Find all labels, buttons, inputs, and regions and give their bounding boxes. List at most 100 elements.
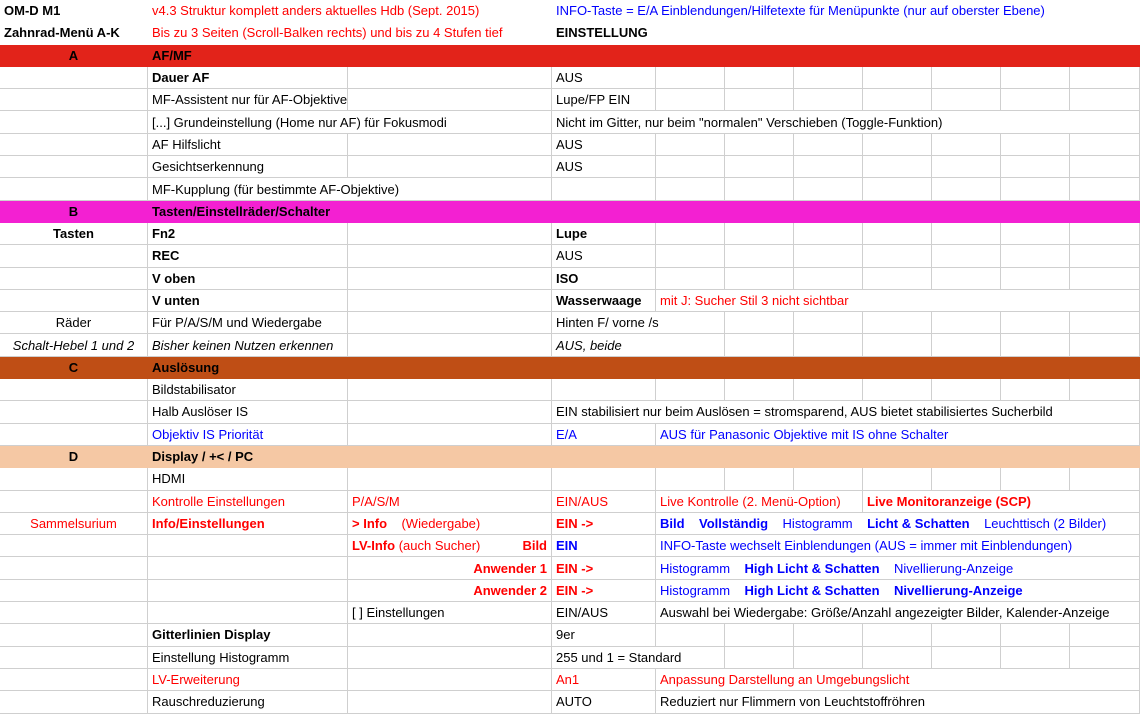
table-cell xyxy=(1070,67,1140,89)
table-cell xyxy=(348,468,552,490)
cell-text: Leuchttisch (2 Bilder) xyxy=(984,516,1106,531)
table-cell xyxy=(725,624,794,646)
table-cell: Tasten/Einstellräder/Schalter xyxy=(148,201,1140,223)
section-d-banner: DDisplay / +< / PC xyxy=(0,446,1140,468)
row-objektiv-is-prioritaet: Objektiv IS PrioritätE/AAUS für Panasoni… xyxy=(0,424,1140,446)
cell-text: Anwender 2 xyxy=(473,583,547,598)
table-cell xyxy=(794,647,863,669)
table-cell: An1 xyxy=(552,669,656,691)
cell-text: A xyxy=(69,48,78,63)
row-raeder: RäderFür P/A/S/M und WiedergabeHinten F/… xyxy=(0,312,1140,334)
cell-text: Lupe/FP EIN xyxy=(556,92,630,107)
table-cell xyxy=(725,178,794,200)
table-cell xyxy=(1001,647,1070,669)
table-cell xyxy=(725,89,794,111)
table-cell: AUS, beide xyxy=(552,334,725,356)
row-klammer-einstellungen: [ ] EinstellungenEIN/AUSAuswahl bei Wied… xyxy=(0,602,1140,624)
table-cell xyxy=(725,67,794,89)
table-cell xyxy=(932,178,1001,200)
cell-text: Anpassung Darstellung an Umgebungslicht xyxy=(660,672,909,687)
row-rauschreduzierung: RauschreduzierungAUTOReduziert nur Flimm… xyxy=(0,691,1140,713)
table-cell xyxy=(656,624,725,646)
row-v-unten: V untenWasserwaagemit J: Sucher Stil 3 n… xyxy=(0,290,1140,312)
table-cell xyxy=(552,178,656,200)
table-cell xyxy=(1070,268,1140,290)
table-cell: EIN stabilisiert nur beim Auslösen = str… xyxy=(552,401,1140,423)
row-anwender-2: Anwender 2EIN ->Histogramm High Licht & … xyxy=(0,580,1140,602)
table-cell xyxy=(348,312,552,334)
cell-text: Display / +< / PC xyxy=(152,449,253,464)
cell-text: mit J: Sucher Stil 3 nicht sichtbar xyxy=(660,293,849,308)
cell-text: Anwender 1 xyxy=(473,561,547,576)
table-cell: Anwender 2 xyxy=(348,580,552,602)
table-cell: REC xyxy=(148,245,348,267)
row-mf-kupplung: MF-Kupplung (für bestimmte AF-Objektive) xyxy=(0,178,1140,200)
cell-text: Auswahl bei Wiedergabe: Größe/Anzahl ang… xyxy=(660,605,1109,620)
table-cell xyxy=(932,223,1001,245)
table-cell xyxy=(932,468,1001,490)
table-cell xyxy=(863,379,932,401)
cell-text: Histogramm xyxy=(783,516,868,531)
table-cell: V oben xyxy=(148,268,348,290)
table-cell xyxy=(656,89,725,111)
cell-text: Räder xyxy=(56,315,91,330)
table-cell: Bis zu 3 Seiten (Scroll-Balken rechts) u… xyxy=(148,22,552,44)
table-cell: Schalt-Hebel 1 und 2 xyxy=(0,334,148,356)
row-lv-info: LV-Info (auch Sucher)BildEININFO-Taste w… xyxy=(0,535,1140,557)
table-cell: v4.3 Struktur komplett anders aktuelles … xyxy=(148,0,552,22)
table-cell: Reduziert nur Flimmern von Leuchtstoffrö… xyxy=(656,691,1140,713)
table-cell xyxy=(348,334,552,356)
table-cell: Info/Einstellungen xyxy=(148,513,348,535)
cell-text: Bild xyxy=(660,516,699,531)
table-cell: Bild Vollständig Histogramm Licht & Scha… xyxy=(656,513,1140,535)
cell-text: V unten xyxy=(152,293,200,308)
table-cell xyxy=(794,334,863,356)
cell-text: Live Monitoranzeige (SCP) xyxy=(867,494,1031,509)
table-cell xyxy=(794,624,863,646)
table-cell xyxy=(1070,312,1140,334)
table-cell xyxy=(0,602,148,624)
cell-text: Gesichtserkennung xyxy=(152,159,264,174)
table-cell: V unten xyxy=(148,290,348,312)
cell-text: v4.3 Struktur komplett anders aktuelles … xyxy=(152,3,479,18)
cell-text: Hinten F/ vorne /s xyxy=(556,315,659,330)
row-hdmi: HDMI xyxy=(0,468,1140,490)
section-a-banner: AAF/MF xyxy=(0,45,1140,67)
table-cell: AUTO xyxy=(552,691,656,713)
table-cell xyxy=(348,379,552,401)
table-cell xyxy=(348,624,552,646)
table-cell: Sammelsurium xyxy=(0,513,148,535)
table-cell xyxy=(794,268,863,290)
table-cell: AUS für Panasonic Objektive mit IS ohne … xyxy=(656,424,1140,446)
table-cell xyxy=(794,67,863,89)
table-cell xyxy=(1001,156,1070,178)
table-cell xyxy=(932,379,1001,401)
table-cell xyxy=(794,245,863,267)
table-cell xyxy=(348,691,552,713)
table-cell xyxy=(148,580,348,602)
table-cell xyxy=(656,468,725,490)
table-cell xyxy=(348,424,552,446)
row-dauer-af: Dauer AFAUS xyxy=(0,67,1140,89)
table-cell xyxy=(1070,245,1140,267)
cell-text: AF Hilfslicht xyxy=(152,137,221,152)
cell-text: INFO-Taste = E/A Einblendungen/Hilfetext… xyxy=(556,3,1045,18)
cell-text: P/A/S/M xyxy=(352,494,400,509)
table-cell xyxy=(1070,178,1140,200)
table-cell xyxy=(725,647,794,669)
table-cell xyxy=(1001,223,1070,245)
cell-text: [ ] Einstellungen xyxy=(352,605,445,620)
cell-text: Histogramm xyxy=(660,583,745,598)
table-cell xyxy=(725,156,794,178)
table-cell xyxy=(656,245,725,267)
table-cell xyxy=(1001,468,1070,490)
row-bildstabilisator: Bildstabilisator xyxy=(0,379,1140,401)
table-cell: HDMI xyxy=(148,468,348,490)
table-cell xyxy=(863,67,932,89)
table-cell xyxy=(863,647,932,669)
table-cell xyxy=(1001,312,1070,334)
cell-text: HDMI xyxy=(152,471,185,486)
row-gesichtserkennung: GesichtserkennungAUS xyxy=(0,156,1140,178)
table-cell xyxy=(1070,468,1140,490)
cell-text: MF-Kupplung (für bestimmte AF-Objektive) xyxy=(152,182,399,197)
